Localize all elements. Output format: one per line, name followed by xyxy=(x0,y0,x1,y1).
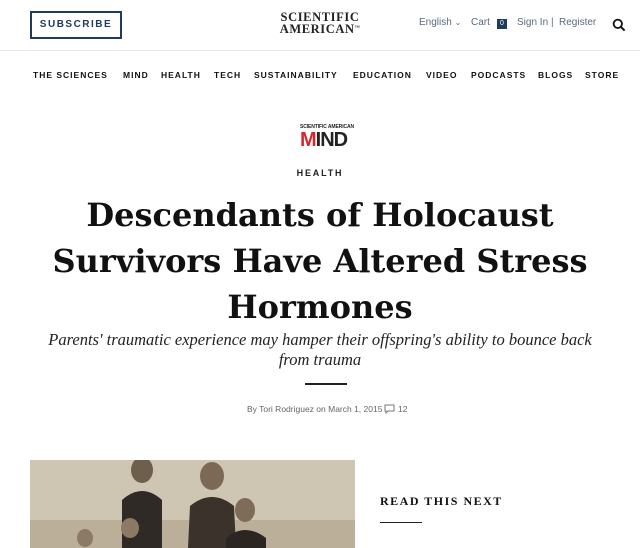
nav-item-the-sciences[interactable]: THE SCIENCES xyxy=(33,70,108,80)
search-icon[interactable] xyxy=(612,18,626,32)
register-link[interactable]: Register xyxy=(559,17,596,28)
language-selector[interactable]: English ⌄ xyxy=(419,17,461,28)
nav-item-podcasts[interactable]: PODCASTS xyxy=(471,70,526,80)
nav-item-store[interactable]: STORE xyxy=(585,70,619,80)
site-logo[interactable]: SCIENTIFIC AMERICAN™ xyxy=(270,11,370,36)
nav-item-health[interactable]: HEALTH xyxy=(161,70,201,80)
language-label: English xyxy=(419,17,452,28)
nav-item-sustainability[interactable]: SUSTAINABILITY xyxy=(254,70,338,80)
cart-link[interactable]: Cart xyxy=(471,17,490,28)
cart-count-badge: 0 xyxy=(497,19,507,29)
subscribe-button[interactable]: SUBSCRIBE xyxy=(30,11,122,39)
main-nav: THE SCIENCES MIND HEALTH TECH SUSTAINABI… xyxy=(0,70,640,82)
mind-wordmark: MIND xyxy=(300,129,348,151)
logo-line-2: AMERICAN™ xyxy=(279,22,361,36)
chevron-down-icon: ⌄ xyxy=(454,18,462,27)
sign-in-link[interactable]: Sign In xyxy=(517,17,548,28)
divider-rule xyxy=(305,383,347,385)
util-divider: | xyxy=(551,17,554,28)
family-photo-illustration xyxy=(30,460,355,548)
comment-count[interactable]: 12 xyxy=(398,404,407,414)
article-headline: Descendants of Holocaust Survivors Have … xyxy=(52,196,588,326)
article-category[interactable]: HEALTH xyxy=(0,168,640,178)
read-next-heading: READ THIS NEXT xyxy=(380,494,503,508)
section-logo[interactable]: SCIENTIFIC AMERICAN MIND xyxy=(299,124,355,152)
article-byline: By Tori Rodriguez on March 1, 2015 xyxy=(247,404,383,414)
comment-icon[interactable] xyxy=(384,404,395,414)
nav-item-blogs[interactable]: BLOGS xyxy=(538,70,573,80)
nav-item-video[interactable]: VIDEO xyxy=(426,70,457,80)
nav-item-education[interactable]: EDUCATION xyxy=(353,70,412,80)
nav-item-tech[interactable]: TECH xyxy=(214,70,241,80)
top-bar: SUBSCRIBE SCIENTIFIC AMERICAN™ English ⌄… xyxy=(0,0,640,51)
hero-image xyxy=(30,460,355,548)
article-dek: Parents' traumatic experience may hamper… xyxy=(48,330,592,369)
read-next-rule xyxy=(380,522,422,523)
nav-item-mind[interactable]: MIND xyxy=(123,70,149,80)
